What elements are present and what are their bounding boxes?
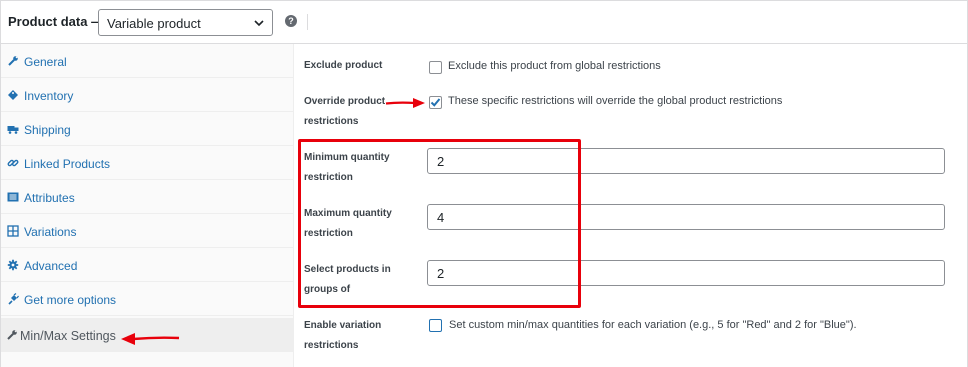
override-restrictions-label-line2: restrictions [304,116,359,127]
variation-restrictions-checkbox[interactable] [429,319,442,332]
arrow-left-icon [121,333,180,345]
header-divider [307,14,308,30]
grid-icon [7,225,19,237]
tab-label: Advanced [24,259,78,273]
product-data-tabs: General Inventory Shipping Linked Produc… [1,44,294,367]
wrench-icon [8,56,18,66]
tab-label: Inventory [24,89,74,103]
arrow-right-icon [385,98,425,108]
checkmark-icon [430,98,441,107]
tab-linked-products[interactable]: Linked Products [1,146,293,180]
chevron-down-icon [254,20,264,27]
wrench-icon [7,330,17,340]
tab-attributes[interactable]: Attributes [1,180,293,214]
tab-label: Min/Max Settings [20,329,116,343]
tab-label: Get more options [24,293,117,307]
help-icon[interactable]: ? [285,15,297,27]
tab-shipping[interactable]: Shipping [1,112,293,146]
tab-get-more-options[interactable]: Get more options [1,282,293,316]
list-icon [7,192,19,202]
variation-restrictions-description: Set custom min/max quantities for each v… [449,319,857,331]
override-restrictions-checkbox[interactable] [429,96,442,109]
exclude-product-description: Exclude this product from global restric… [448,60,661,72]
highlight-box-annotation [298,139,581,308]
tab-general[interactable]: General [1,44,293,78]
tab-inventory[interactable]: Inventory [1,78,293,112]
product-data-header: Product data — Variable product ? [1,1,967,44]
variation-restrictions-label-line1: Enable variation [304,320,382,331]
exclude-product-label: Exclude product [304,60,383,71]
tab-label: General [24,55,67,69]
plugin-icon [8,293,19,305]
tab-label: Shipping [24,123,71,137]
override-restrictions-description: These specific restrictions will overrid… [448,95,783,107]
tab-label: Linked Products [24,157,111,171]
product-data-panel: Product data — Variable product ? Genera… [0,0,968,367]
link-icon [7,159,19,167]
product-data-title: Product data — [8,14,105,29]
gear-icon [7,259,19,271]
tab-advanced[interactable]: Advanced [1,248,293,282]
exclude-product-checkbox[interactable] [429,61,442,74]
product-type-value: Variable product [107,16,201,31]
product-type-select[interactable]: Variable product [98,9,273,36]
tab-label: Attributes [24,191,75,205]
tag-icon [8,90,18,100]
truck-icon [7,126,19,134]
tab-label: Variations [24,225,77,239]
tab-variations[interactable]: Variations [1,214,293,248]
variation-restrictions-label-line2: restrictions [304,340,359,351]
